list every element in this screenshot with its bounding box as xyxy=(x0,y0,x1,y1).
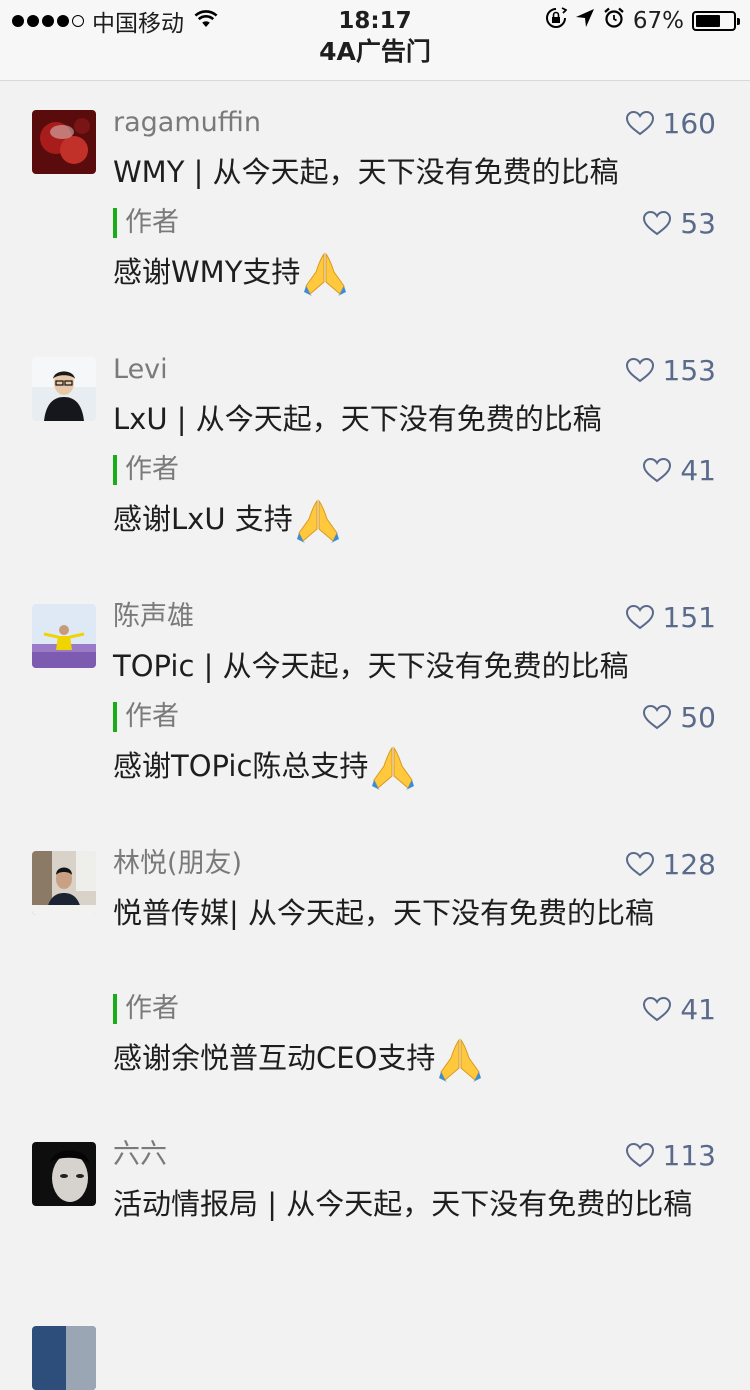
like-count: 128 xyxy=(662,847,716,881)
orientation-lock-icon xyxy=(545,7,568,35)
author-reply-bar xyxy=(113,208,117,238)
like-button[interactable]: 128 xyxy=(625,847,716,881)
like-count: 53 xyxy=(680,206,716,240)
commenter-name: 陈声雄 xyxy=(113,601,194,632)
reply-like-button[interactable]: 41 xyxy=(642,992,716,1026)
top-bar: 中国移动 18:17 67% 4A广告门 xyxy=(0,0,750,81)
battery-icon xyxy=(692,11,740,31)
reply-text: 感谢WMY支持 xyxy=(113,255,301,289)
like-count: 151 xyxy=(662,600,716,634)
like-count: 41 xyxy=(680,453,716,487)
wifi-icon xyxy=(194,8,218,34)
author-reply-text: 感谢余悦普互动CEO支持 xyxy=(113,1036,723,1082)
author-reply-text: 感谢WMY支持 xyxy=(113,250,723,296)
like-button[interactable]: 151 xyxy=(625,600,716,634)
commenter-name: Levi xyxy=(113,354,168,385)
heart-icon xyxy=(625,110,654,136)
like-count: 50 xyxy=(680,700,716,734)
folded-hands-emoji-icon xyxy=(372,746,415,790)
author-reply-bar xyxy=(113,455,117,485)
carrier-label: 中国移动 xyxy=(92,11,184,37)
commenter-name: 林悦(朋友) xyxy=(113,848,243,879)
comment-text: WMY | 从今天起，天下没有免费的比稿 xyxy=(113,155,619,189)
author-label: 作者 xyxy=(125,454,179,485)
heart-icon xyxy=(643,996,672,1022)
heart-icon xyxy=(625,357,654,383)
like-count: 113 xyxy=(662,1138,716,1172)
comment-text: 活动情报局 | 从今天起，天下没有免费的比稿 xyxy=(113,1187,693,1221)
author-label: 作者 xyxy=(125,993,179,1024)
reply-text: 感谢LxU 支持 xyxy=(113,502,293,536)
comment-text: TOPic | 从今天起，天下没有免费的比稿 xyxy=(113,649,629,683)
avatar[interactable] xyxy=(32,851,96,915)
author-reply-text: 感谢LxU 支持 xyxy=(113,497,723,543)
folded-hands-emoji-icon xyxy=(304,252,347,296)
author-label: 作者 xyxy=(125,207,179,238)
like-button[interactable]: 160 xyxy=(625,106,716,140)
heart-icon xyxy=(643,704,672,730)
heart-icon xyxy=(643,457,672,483)
status-right: 67% xyxy=(545,6,740,36)
avatar[interactable] xyxy=(32,110,96,174)
comment-text: LxU | 从今天起，天下没有免费的比稿 xyxy=(113,402,602,436)
heart-icon xyxy=(625,1142,654,1168)
location-arrow-icon xyxy=(575,8,595,34)
signal-strength-icon xyxy=(12,15,84,27)
heart-icon xyxy=(625,604,654,630)
like-button[interactable]: 153 xyxy=(625,353,716,387)
avatar[interactable] xyxy=(32,1142,96,1206)
author-reply-bar xyxy=(113,702,117,732)
alarm-icon xyxy=(603,7,625,35)
heart-icon xyxy=(625,851,654,877)
status-left: 中国移动 xyxy=(12,6,218,37)
like-count: 41 xyxy=(680,992,716,1026)
commenter-name: ragamuffin xyxy=(113,107,261,138)
author-reply-bar xyxy=(113,994,117,1024)
like-count: 153 xyxy=(662,353,716,387)
like-count: 160 xyxy=(662,106,716,140)
folded-hands-emoji-icon xyxy=(439,1038,482,1082)
commenter-name: 六六 xyxy=(113,1139,167,1170)
page-title: 4A广告门 xyxy=(319,37,431,66)
avatar[interactable] xyxy=(32,1326,96,1390)
comment-text: 悦普传媒| 从今天起，天下没有免费的比稿 xyxy=(113,896,654,930)
like-button[interactable]: 113 xyxy=(625,1138,716,1172)
reply-text: 感谢余悦普互动CEO支持 xyxy=(113,1041,436,1075)
author-reply-text: 感谢TOPic陈总支持 xyxy=(113,744,723,790)
reply-like-button[interactable]: 50 xyxy=(642,700,716,734)
reply-like-button[interactable]: 53 xyxy=(642,206,716,240)
avatar[interactable] xyxy=(32,604,96,668)
reply-like-button[interactable]: 41 xyxy=(642,453,716,487)
folded-hands-emoji-icon xyxy=(296,499,339,543)
battery-percent: 67% xyxy=(632,8,684,34)
author-label: 作者 xyxy=(125,701,179,732)
reply-text: 感谢TOPic陈总支持 xyxy=(113,749,369,783)
avatar[interactable] xyxy=(32,357,96,421)
heart-icon xyxy=(643,210,672,236)
